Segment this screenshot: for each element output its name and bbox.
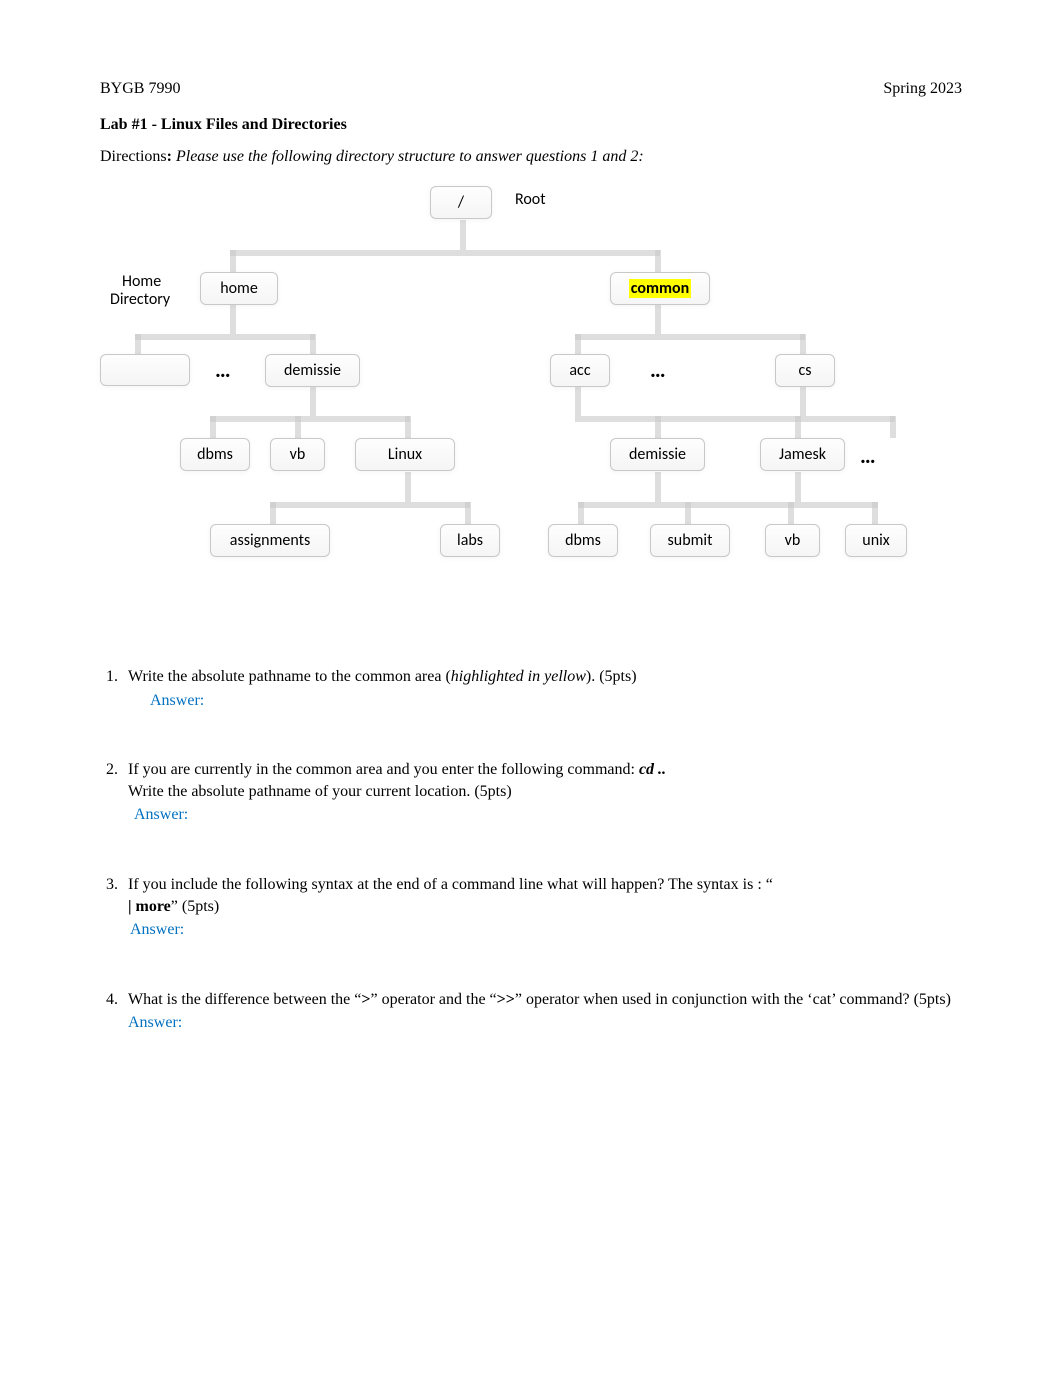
question-1: 1. Write the absolute pathname to the co… <box>100 666 962 711</box>
q3-line2-rest: ” (5pts) <box>171 898 219 915</box>
q3-line2-bold: | more <box>128 898 171 915</box>
q4-text-pre: What is the difference between the “ <box>128 991 361 1008</box>
directions-text: Please use the following directory struc… <box>176 148 644 165</box>
node-cs: cs <box>775 354 835 387</box>
course-code: BYGB 7990 <box>100 80 180 98</box>
directions-line: Directions: Please use the following dir… <box>100 148 962 166</box>
directions-lead: Directions <box>100 148 167 165</box>
node-dbms: dbms <box>180 438 250 471</box>
q2-line1-pre: If you are currently in the common area … <box>128 761 639 778</box>
ellipsis-2: … <box>650 356 668 383</box>
question-2: 2. If you are currently in the common ar… <box>100 759 962 826</box>
home-dir-label-1: Home <box>122 272 161 291</box>
node-blank <box>100 354 190 386</box>
node-common: common <box>610 272 710 305</box>
q2-number: 2. <box>100 759 128 826</box>
page-header: BYGB 7990 Spring 2023 <box>100 80 962 98</box>
q4-b2: >> <box>497 991 515 1008</box>
node-acc: acc <box>550 354 610 387</box>
q4-text-mid: ” operator and the “ <box>371 991 497 1008</box>
ellipsis-1: … <box>215 356 233 383</box>
q2-answer-label: Answer: <box>134 804 962 826</box>
q4-number: 4. <box>100 989 128 1034</box>
q1-answer-label: Answer: <box>150 690 962 712</box>
node-vb-2: vb <box>765 524 820 557</box>
node-assignments: assignments <box>210 524 330 557</box>
term-label: Spring 2023 <box>883 80 962 98</box>
node-home: home <box>200 272 278 305</box>
q3-answer-label: Answer: <box>130 919 962 941</box>
q2-line2: Write the absolute pathname of your curr… <box>128 781 962 803</box>
q3-line1: If you include the following syntax at t… <box>128 876 773 893</box>
questions-block: 1. Write the absolute pathname to the co… <box>100 666 962 1034</box>
q1-text-italic: highlighted in yellow <box>451 668 586 685</box>
node-common-text: common <box>629 279 691 298</box>
q3-number: 3. <box>100 874 128 941</box>
q2-line1-cmd: cd .. <box>639 761 666 778</box>
question-3: 3. If you include the following syntax a… <box>100 874 962 941</box>
q4-text-post: ” operator when used in conjunction with… <box>515 991 951 1008</box>
node-submit: submit <box>650 524 730 557</box>
node-vb: vb <box>270 438 325 471</box>
q4-b1: > <box>361 991 370 1008</box>
node-root-slash: / <box>430 186 492 219</box>
home-dir-label-2: Directory <box>110 290 170 309</box>
q4-answer-label: Answer: <box>128 1012 962 1034</box>
node-demissie: demissie <box>265 354 360 387</box>
node-root-label: Root <box>515 190 546 209</box>
directions-colon: : <box>167 148 172 165</box>
question-4: 4. What is the difference between the “>… <box>100 989 962 1034</box>
q1-number: 1. <box>100 666 128 711</box>
node-linux: Linux <box>355 438 455 471</box>
q1-text-pre: Write the absolute pathname to the commo… <box>128 668 451 685</box>
node-jamesk: Jamesk <box>760 438 845 471</box>
q1-text-post: ). (5pts) <box>586 668 637 685</box>
node-labs: labs <box>440 524 500 557</box>
page-title: Lab #1 - Linux Files and Directories <box>100 116 962 134</box>
node-unix: unix <box>845 524 907 557</box>
ellipsis-3: … <box>860 442 878 469</box>
directory-tree-diagram: / Root Home Directory home common … demi… <box>100 186 962 636</box>
node-demissie-2: demissie <box>610 438 705 471</box>
node-dbms-2: dbms <box>548 524 618 557</box>
